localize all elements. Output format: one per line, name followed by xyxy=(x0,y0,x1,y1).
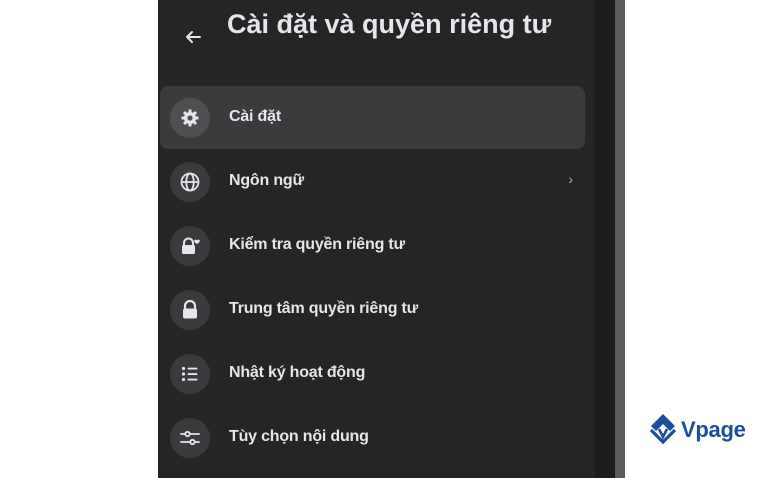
menu-icon-wrap xyxy=(170,226,210,266)
menu-item-label: Cài đặt xyxy=(229,108,281,125)
back-button[interactable] xyxy=(180,24,206,50)
menu-item-privacy-checkup[interactable]: Kiểm tra quyền riêng tư xyxy=(160,214,585,277)
page-title: Cài đặt và quyền riêng tư xyxy=(227,9,552,39)
panel-border xyxy=(595,0,615,478)
scrollbar[interactable] xyxy=(615,0,625,478)
menu-item-label: Trung tâm quyền riêng tư xyxy=(229,300,419,317)
menu-icon-wrap xyxy=(170,98,210,138)
menu-item-label: Kiểm tra quyền riêng tư xyxy=(229,236,405,253)
lock-heart-icon xyxy=(182,237,200,254)
gear-icon xyxy=(181,109,199,127)
menu-item-language[interactable]: Ngôn ngữ › xyxy=(160,150,585,213)
arrow-left-icon xyxy=(186,31,201,43)
menu-item-content-preferences[interactable]: Tùy chọn nội dung xyxy=(160,406,585,469)
menu-item-settings[interactable]: Cài đặt xyxy=(160,86,585,149)
globe-icon xyxy=(180,172,200,192)
menu-item-label: Tùy chọn nội dung xyxy=(229,428,369,445)
sliders-icon xyxy=(180,430,200,446)
lock-icon xyxy=(183,299,197,319)
menu-item-label: Nhật ký hoạt động xyxy=(229,364,366,381)
menu-icon-wrap xyxy=(170,162,210,202)
chevron-right-icon: › xyxy=(568,171,573,187)
settings-menu: Cài đặt Ngôn ngữ › Kiểm tra quyền riêng … xyxy=(160,86,585,470)
menu-item-activity-log[interactable]: Nhật ký hoạt động xyxy=(160,342,585,405)
menu-icon-wrap xyxy=(170,418,210,458)
menu-icon-wrap xyxy=(170,354,210,394)
list-icon xyxy=(181,366,198,382)
menu-item-privacy-center[interactable]: Trung tâm quyền riêng tư xyxy=(160,278,585,341)
settings-panel: Cài đặt và quyền riêng tư Cài đặt Ngôn n… xyxy=(158,0,595,478)
vpage-logo-text: Vpage xyxy=(681,417,746,442)
menu-icon-wrap xyxy=(170,290,210,330)
vpage-logo-icon xyxy=(649,414,677,445)
panel-header: Cài đặt và quyền riêng tư xyxy=(158,6,595,80)
vpage-logo: Vpage xyxy=(648,412,746,448)
menu-item-label: Ngôn ngữ xyxy=(229,172,304,189)
